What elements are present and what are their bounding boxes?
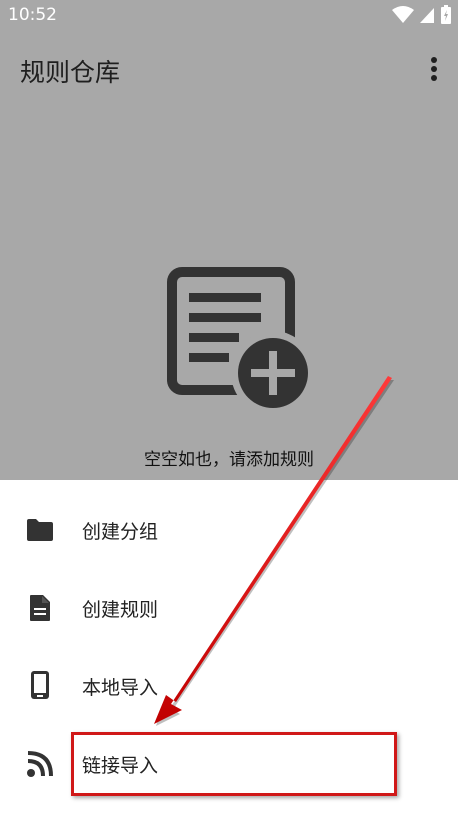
wifi-icon <box>392 6 414 23</box>
document-icon <box>30 595 50 621</box>
highlight-box-annotation <box>71 732 397 796</box>
menu-item-label: 创建分组 <box>82 521 159 543</box>
phone-icon <box>31 671 49 699</box>
menu-item-create-rule[interactable]: 创建规则 <box>0 570 458 646</box>
empty-state-message: 空空如也，请添加规则 <box>144 450 314 470</box>
cell-signal-icon <box>420 8 434 23</box>
menu-item-local-import[interactable]: 本地导入 <box>0 648 458 724</box>
rule-add-icon <box>167 267 311 411</box>
battery-icon <box>441 5 451 24</box>
menu-item-label: 创建规则 <box>82 599 159 621</box>
more-options-button[interactable] <box>422 56 446 82</box>
status-icons <box>388 5 452 25</box>
status-time: 10:52 <box>8 5 57 25</box>
rss-icon <box>27 751 53 777</box>
status-bar: 10:52 <box>0 0 458 30</box>
folder-icon <box>27 519 53 541</box>
page-title: 规则仓库 <box>20 58 121 87</box>
menu-item-create-group[interactable]: 创建分组 <box>0 492 458 568</box>
dimmed-background[interactable]: 10:52 规则仓库 空空如也，请添加规则 <box>0 0 458 480</box>
menu-item-label: 本地导入 <box>82 677 159 699</box>
more-vert-icon <box>431 57 437 81</box>
